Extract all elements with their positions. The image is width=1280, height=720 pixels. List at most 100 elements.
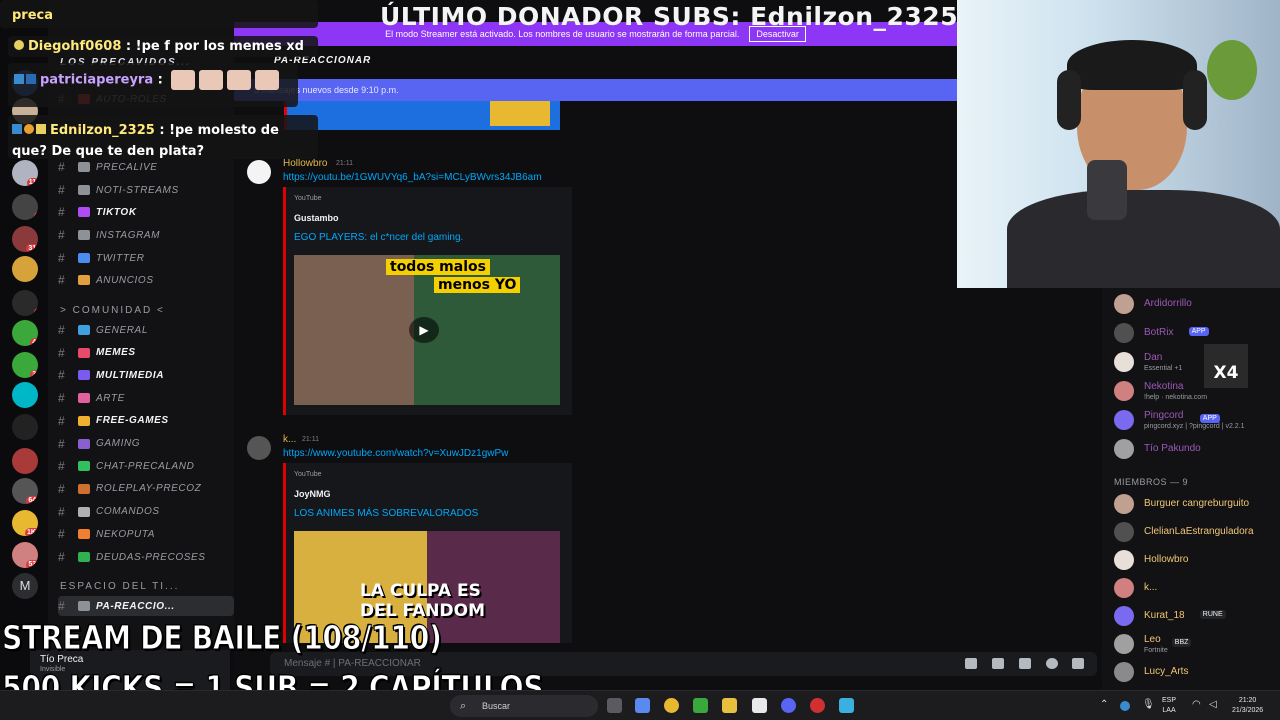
taskbar-search[interactable]: ⌕ Buscar <box>450 695 598 717</box>
server-icon[interactable]: 534 <box>12 542 38 568</box>
video-thumbnail[interactable]: todos malos menos YO ▶ <box>294 255 560 405</box>
channel-item[interactable]: # COMANDOS <box>58 502 234 522</box>
mic-icon[interactable]: 🎙 <box>1142 699 1155 710</box>
discord-icon[interactable] <box>781 698 796 713</box>
server-icon[interactable]: 31 <box>12 352 38 378</box>
notepad-icon[interactable] <box>839 698 854 713</box>
channel-label: INSTAGRAM <box>96 229 161 241</box>
channel-item[interactable]: # MEMES <box>58 343 234 363</box>
store-icon[interactable] <box>752 698 767 713</box>
new-messages-bar[interactable]: 5 mensajes nuevos desde 9:10 p.m. <box>234 79 957 101</box>
avatar[interactable] <box>247 436 271 460</box>
sticker-icon[interactable] <box>1019 658 1031 669</box>
channel-item[interactable]: # ROLEPLAY-PRECOZ <box>58 479 234 499</box>
message-link[interactable]: https://www.youtube.com/watch?v=XuwJDz1g… <box>283 448 508 459</box>
obs-icon[interactable] <box>810 698 825 713</box>
server-icon[interactable]: 112 <box>12 160 38 186</box>
chrome-icon[interactable] <box>664 698 679 713</box>
channel-item[interactable]: # ANUNCIOS <box>58 270 234 290</box>
message-link[interactable]: https://youtu.be/1GWUVYq6_bA?si=MCLyBWvr… <box>283 172 542 183</box>
copilot-icon[interactable] <box>635 698 650 713</box>
channel-item[interactable]: # ARTE <box>58 388 234 408</box>
channel-item-active[interactable]: # PA-REACCIO... <box>58 596 234 616</box>
channel-item[interactable]: # GENERAL <box>58 320 234 340</box>
channel-item[interactable]: # CHAT-PRECALAND <box>58 456 234 476</box>
avatar[interactable] <box>247 160 271 184</box>
embed-channel[interactable]: JoyNMG <box>294 489 331 499</box>
unread-badge: 316 <box>26 244 38 252</box>
youtube-embed: YouTube JoyNMG LOS ANIMES MÁS SOBREVALOR… <box>283 463 572 643</box>
thumb-block <box>490 98 550 126</box>
hash-icon: # <box>58 160 66 174</box>
search-icon: ⌕ <box>460 700 467 712</box>
hash-icon: # <box>58 527 66 542</box>
member-item[interactable]: k... <box>1114 578 1280 600</box>
task-view-icon[interactable] <box>607 698 622 713</box>
category-header[interactable]: > COMUNIDAD < <box>60 305 165 316</box>
server-icon[interactable]: 41 <box>12 320 38 346</box>
channel-icon <box>78 438 90 449</box>
server-icon[interactable] <box>12 448 38 474</box>
channel-label: NOTI-STREAMS <box>96 184 179 196</box>
embed-title[interactable]: EGO PLAYERS: el c*ncer del gaming. <box>294 232 463 243</box>
channel-item[interactable]: # INSTAGRAM <box>58 225 234 245</box>
channel-item[interactable]: # NEKOPUTA <box>58 524 234 544</box>
category-header[interactable]: ESPACIO DEL TI... <box>60 581 179 592</box>
member-name: Kurat_18 <box>1144 610 1185 621</box>
channel-item[interactable]: # GAMING <box>58 434 234 454</box>
gift-icon[interactable] <box>965 658 977 669</box>
server-icon[interactable]: 644 <box>12 478 38 504</box>
thumb-caption: menos YO <box>434 277 521 293</box>
member-item[interactable]: Ardidorrillo <box>1114 294 1280 316</box>
channel-item[interactable]: # MULTIMEDIA <box>58 365 234 385</box>
member-item[interactable]: Leo BBZ Fortnite <box>1114 634 1280 656</box>
server-icon[interactable]: 316 <box>12 226 38 252</box>
server-icon[interactable] <box>12 256 38 282</box>
volume-icon[interactable]: ◁ <box>1209 699 1217 710</box>
language-indicator[interactable]: ESP LAA <box>1162 696 1176 716</box>
message-time: 21:11 <box>302 436 319 443</box>
emoji-icon[interactable] <box>1046 658 1058 669</box>
wifi-icon[interactable]: ◠ <box>1192 699 1201 710</box>
onedrive-icon[interactable] <box>1120 701 1130 711</box>
xbox-icon[interactable] <box>693 698 708 713</box>
message-author[interactable]: k... <box>283 434 296 445</box>
overlay-chat-text: !pe f por los memes xd <box>135 39 304 54</box>
folder-icon[interactable] <box>722 698 737 713</box>
unread-badge: 1 <box>34 212 38 220</box>
member-item[interactable]: BotRix APP <box>1114 323 1280 345</box>
member-item[interactable]: ClelianLaEstranguladora <box>1114 522 1280 544</box>
server-icon[interactable]: 1 <box>12 290 38 316</box>
channel-item[interactable]: # FREE-GAMES <box>58 411 234 431</box>
server-icon[interactable]: 1 <box>12 194 38 220</box>
server-icon[interactable] <box>12 414 38 440</box>
channel-item[interactable]: # DEUDAS-PRECOSES <box>58 547 234 567</box>
member-item[interactable]: Burguer cangreburguito <box>1114 494 1280 516</box>
member-item[interactable]: Hollowbro <box>1114 550 1280 572</box>
embed-channel[interactable]: Gustambo <box>294 213 339 223</box>
server-icon-letter[interactable]: M <box>12 573 38 599</box>
taskbar: ⌕ Buscar ⌃ 🎙 ESP LAA ◠ ◁ 21:20 21/3/2026 <box>0 690 1280 720</box>
hash-icon: # <box>58 459 66 474</box>
member-item[interactable]: Pingcord APP pingcord.xyz | ?pingcord | v2… <box>1114 410 1280 432</box>
member-item[interactable]: Lucy_Arts <box>1114 662 1280 684</box>
server-icon[interactable] <box>12 382 38 408</box>
hash-icon: # <box>58 599 66 613</box>
member-item[interactable]: Dan Essential +1 <box>1114 352 1280 374</box>
channel-item[interactable]: # TWITTER <box>58 248 234 268</box>
server-icon[interactable]: 1K+ <box>12 510 38 536</box>
member-item[interactable]: Kurat_18 RUNE <box>1114 606 1280 628</box>
hash-icon: # <box>58 205 66 219</box>
channel-icon <box>78 601 90 611</box>
channel-item[interactable]: # NOTI-STREAMS <box>58 180 234 200</box>
member-item[interactable]: Tío Pakundo <box>1114 439 1280 461</box>
embed-title[interactable]: LOS ANIMES MÁS SOBREVALORADOS <box>294 508 478 519</box>
tray-chevron-icon[interactable]: ⌃ <box>1100 699 1108 710</box>
clock[interactable]: 21:20 21/3/2026 <box>1232 696 1263 716</box>
member-item[interactable]: Nekotina !help · nekotina.com <box>1114 381 1280 403</box>
gif-icon[interactable] <box>992 658 1004 669</box>
channel-item[interactable]: # TIKTOK <box>58 202 234 222</box>
apps-icon[interactable] <box>1072 658 1084 669</box>
unread-badge: 1K+ <box>24 528 38 536</box>
play-icon[interactable]: ▶ <box>409 317 439 343</box>
